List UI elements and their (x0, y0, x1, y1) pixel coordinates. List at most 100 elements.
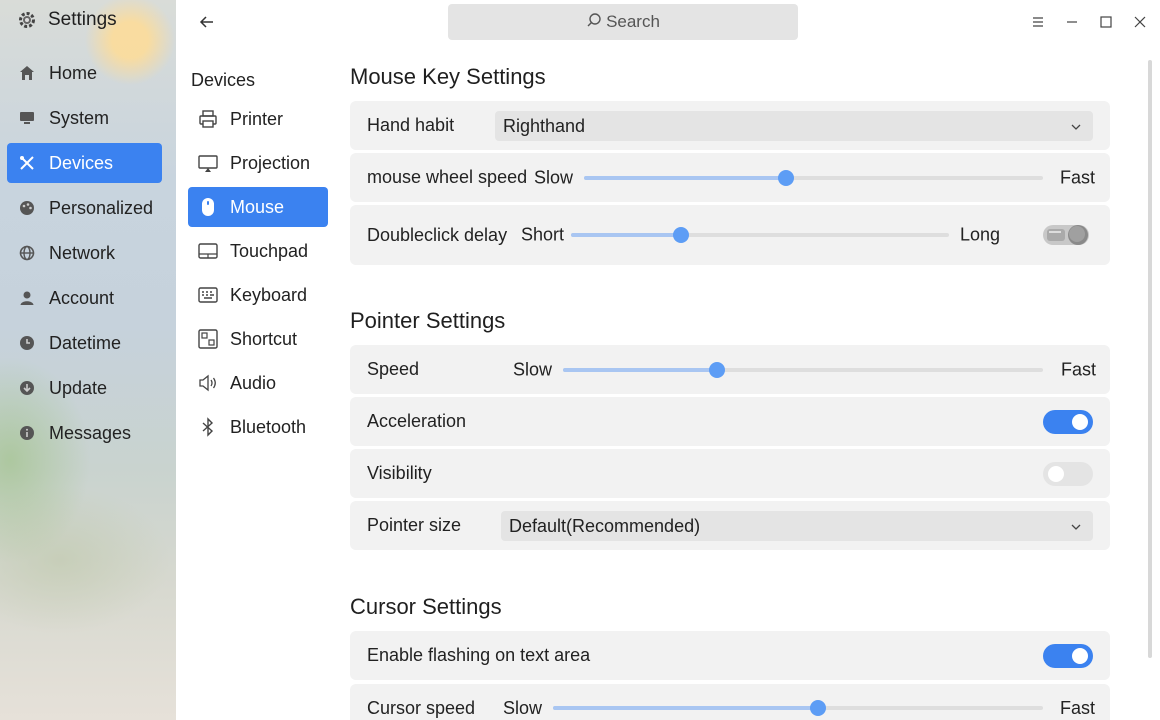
chevron-down-icon (1069, 118, 1083, 132)
nav-item-personalized[interactable]: Personalized (7, 188, 162, 228)
window-controls (1028, 12, 1150, 32)
nav-item-label: Network (49, 242, 116, 263)
pointer-speed-max-label: Fast (1061, 359, 1097, 379)
search-placeholder: Search (606, 12, 660, 31)
slider-handle[interactable] (708, 361, 725, 378)
subnav-item-bluetooth[interactable]: Bluetooth (188, 407, 328, 447)
minimize-button[interactable] (1062, 12, 1082, 32)
slider-handle[interactable] (672, 227, 689, 243)
nav-item-messages[interactable]: Messages (7, 413, 162, 453)
nav-item-label: Messages (49, 422, 132, 443)
visibility-label: Visibility (367, 463, 432, 483)
cursor-speed-label: Cursor speed (367, 698, 476, 718)
nav-item-label: Personalized (49, 197, 154, 218)
acceleration-toggle[interactable] (1043, 409, 1093, 434)
subnav-item-label: Printer (230, 108, 284, 129)
subnav-item-printer[interactable]: Printer (188, 99, 328, 139)
subnav-item-touchpad[interactable]: Touchpad (188, 231, 328, 271)
slider-fill (553, 706, 818, 710)
nav-item-label: System (49, 107, 110, 128)
clock-icon (19, 335, 35, 351)
nav-item-network[interactable]: Network (7, 233, 162, 273)
subnav-item-label: Bluetooth (230, 416, 307, 437)
wheel-speed-min-label: Slow (534, 167, 574, 187)
subnav-item-label: Keyboard (230, 284, 308, 305)
pointer-size-select[interactable]: Default(Recommended) (501, 511, 1093, 541)
update-icon (19, 380, 35, 396)
person-icon (19, 290, 35, 306)
nav-item-label: Datetime (49, 332, 122, 353)
search-input[interactable]: Search (448, 4, 798, 40)
nav-item-account[interactable]: Account (7, 278, 162, 318)
doubleclick-label: Doubleclick delay (367, 224, 508, 245)
shortcut-icon (198, 329, 218, 349)
flashing-row: Enable flashing on text area (350, 631, 1110, 680)
nav-item-datetime[interactable]: Datetime (7, 323, 162, 363)
maximize-button[interactable] (1096, 12, 1116, 32)
doubleclick-row: Doubleclick delay Short Long (350, 205, 1110, 265)
acceleration-label: Acceleration (367, 411, 467, 431)
menu-button[interactable] (1028, 12, 1048, 32)
subnav-item-mouse[interactable]: Mouse (188, 187, 328, 227)
pointer-speed-slider[interactable] (563, 361, 1043, 378)
close-button[interactable] (1130, 12, 1150, 32)
acceleration-row: Acceleration (350, 397, 1110, 446)
flashing-label: Enable flashing on text area (367, 645, 591, 665)
toggle-knob (1072, 647, 1088, 664)
doubleclick-max-label: Long (960, 224, 1001, 245)
flashing-toggle[interactable] (1043, 643, 1093, 668)
slider-fill (571, 233, 681, 237)
mouse-icon (198, 197, 218, 217)
content-scrollbar[interactable] (1148, 60, 1152, 658)
gear-icon (16, 9, 38, 31)
palette-icon (19, 200, 35, 216)
nav-item-label: Home (49, 62, 98, 83)
back-button[interactable] (197, 12, 217, 32)
devices-icon (19, 155, 35, 171)
main-nav: Home System Devices Personalized Network… (7, 53, 162, 458)
section-title-mouse-keys: Mouse Key Settings (350, 64, 546, 89)
sidebar: Settings Home System Devices Personalize… (0, 0, 176, 720)
wheel-speed-max-label: Fast (1060, 167, 1096, 187)
subnav-item-label: Mouse (230, 196, 285, 217)
pointer-size-row: Pointer size Default(Recommended) (350, 501, 1110, 550)
subnav-item-keyboard[interactable]: Keyboard (188, 275, 328, 315)
hand-habit-label: Hand habit (367, 115, 455, 135)
doubleclick-slider[interactable] (571, 227, 949, 243)
app-title: Settings (48, 9, 117, 30)
doubleclick-min-label: Short (521, 224, 565, 245)
pointer-speed-row: Speed Slow Fast (350, 345, 1110, 394)
nav-item-label: Account (49, 287, 115, 308)
search-icon (586, 12, 602, 33)
slider-handle[interactable] (777, 169, 794, 186)
nav-item-update[interactable]: Update (7, 368, 162, 408)
subnav-item-label: Shortcut (230, 328, 298, 349)
hand-habit-select[interactable]: Righthand (495, 111, 1093, 141)
subnav-item-shortcut[interactable]: Shortcut (188, 319, 328, 359)
toggle-knob (1072, 413, 1088, 430)
printer-icon (198, 109, 218, 129)
audio-icon (198, 373, 218, 393)
visibility-row: Visibility (350, 449, 1110, 498)
touchpad-icon (198, 241, 218, 261)
info-icon (19, 425, 35, 441)
device-subnav: Printer Projection Mouse Touchpad Keyboa… (188, 99, 328, 451)
close-icon (1134, 16, 1146, 28)
slider-handle[interactable] (809, 700, 826, 716)
subnav-item-audio[interactable]: Audio (188, 363, 328, 403)
visibility-toggle[interactable] (1043, 461, 1093, 486)
cursor-speed-max-label: Fast (1060, 698, 1096, 718)
nav-item-devices[interactable]: Devices (7, 143, 162, 183)
nav-item-home[interactable]: Home (7, 53, 162, 93)
wheel-speed-slider[interactable] (584, 169, 1043, 186)
subnav-item-label: Projection (230, 152, 311, 173)
slider-fill (563, 367, 717, 372)
wheel-speed-label: mouse wheel speed (367, 167, 528, 187)
nav-item-label: Devices (49, 152, 114, 173)
doubleclick-test-icon[interactable] (1041, 221, 1091, 249)
chevron-down-icon (1069, 518, 1083, 532)
nav-item-system[interactable]: System (7, 98, 162, 138)
subnav-item-projection[interactable]: Projection (188, 143, 328, 183)
cursor-speed-slider[interactable] (553, 700, 1043, 716)
monitor-icon (19, 110, 35, 126)
